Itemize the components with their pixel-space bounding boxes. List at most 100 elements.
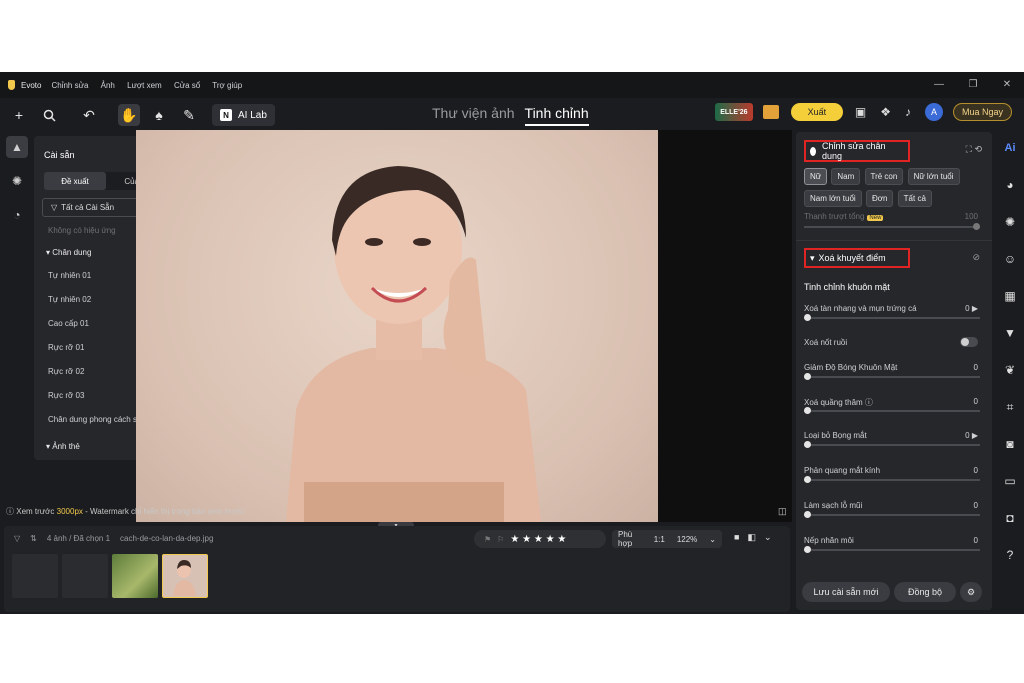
buy-now-button[interactable]: Mua Ngay xyxy=(952,103,1012,121)
slider-freckles[interactable]: Xoá tàn nhang và mụn trứng cá 0 ▶ xyxy=(804,304,984,326)
slider-glasses-glare[interactable]: Phản quang mắt kính 0 xyxy=(804,466,984,488)
preset-item[interactable]: Tự nhiên 02 xyxy=(48,295,91,304)
slider-knob[interactable] xyxy=(804,407,811,414)
edit-icon[interactable]: ⊘ xyxy=(972,252,980,263)
search-icon[interactable] xyxy=(38,104,60,126)
group-portrait[interactable]: ▾ Chân dung xyxy=(46,248,91,257)
slider-knob[interactable] xyxy=(973,223,980,230)
ai-lab-button[interactable]: N AI Lab xyxy=(212,104,275,126)
slider-track[interactable] xyxy=(804,410,980,412)
minimize-button[interactable]: — xyxy=(922,72,956,98)
color-wheel-icon[interactable]: ✺ xyxy=(998,210,1022,234)
bookmark-icon[interactable]: ◘ xyxy=(998,506,1022,530)
menu-image[interactable]: Ảnh xyxy=(101,81,115,90)
slider-knob[interactable] xyxy=(804,314,811,321)
filter-icon[interactable]: ▽ xyxy=(14,534,20,543)
help-icon[interactable]: ? xyxy=(998,543,1022,567)
chip-female[interactable]: Nữ xyxy=(804,168,828,185)
slider-knob[interactable] xyxy=(804,546,811,553)
document-icon[interactable]: ▣ xyxy=(855,105,866,119)
reject-flag-icon[interactable]: ⚐ xyxy=(497,535,504,544)
menu-window[interactable]: Cửa sổ xyxy=(174,81,200,90)
adjust-icon[interactable]: ✺ xyxy=(6,170,28,192)
photo-canvas[interactable] xyxy=(136,130,658,522)
presets-icon[interactable]: ▲ xyxy=(6,136,28,158)
undo-icon[interactable]: ↶ xyxy=(78,104,100,126)
ai-icon[interactable]: Ai xyxy=(998,136,1022,160)
camera-icon[interactable]: ◙ xyxy=(998,432,1022,456)
slider-knob[interactable] xyxy=(804,511,811,518)
gift-icon[interactable] xyxy=(762,105,779,119)
menu-view[interactable]: Lượt xem xyxy=(127,81,162,90)
tab-library[interactable]: Thư viện ảnh xyxy=(432,105,515,126)
history-icon[interactable]: ◔ xyxy=(6,204,28,226)
master-slider[interactable]: Thanh trượt tổng New 100 xyxy=(804,212,984,230)
slider-nostrils[interactable]: Làm sạch lỗ mũi 0 xyxy=(804,501,984,523)
portrait-edit-header[interactable]: Chỉnh sửa chân dung xyxy=(804,140,910,162)
paw-icon[interactable]: ❦ xyxy=(998,358,1022,382)
chip-single[interactable]: Đơn xyxy=(865,190,894,207)
settings-icon[interactable]: ⚙ xyxy=(960,582,982,602)
hand-icon[interactable]: ✋ xyxy=(118,104,140,126)
single-view-icon[interactable]: ■ xyxy=(734,532,739,543)
batch-icon[interactable]: ❖ xyxy=(880,105,891,119)
save-preset-button[interactable]: Lưu cài sẵn mới xyxy=(802,582,890,602)
toggle-icon[interactable] xyxy=(810,146,816,156)
preset-item[interactable]: Tự nhiên 01 xyxy=(48,271,91,280)
thumbnail[interactable] xyxy=(12,554,58,598)
crop-icon[interactable]: ⌗ xyxy=(998,395,1022,419)
toggle-mole-removal[interactable]: Xoá nốt ruồi xyxy=(804,337,984,360)
chevron-down-icon[interactable]: ⌄ xyxy=(764,532,772,543)
flag-icon[interactable]: ⚑ xyxy=(484,535,491,544)
brush-icon[interactable]: ♠ xyxy=(148,104,170,126)
thumbnail[interactable] xyxy=(112,554,158,598)
toggle-switch[interactable] xyxy=(960,337,978,347)
sort-icon[interactable]: ⇅ xyxy=(30,534,37,543)
slider-track[interactable] xyxy=(804,376,980,378)
zoom-level[interactable]: 122% xyxy=(671,535,703,544)
chip-older-male[interactable]: Nam lớn tuổi xyxy=(804,190,862,207)
slider-track[interactable] xyxy=(804,226,980,228)
chip-all[interactable]: Tất cả xyxy=(897,190,932,207)
chip-child[interactable]: Trẻ con xyxy=(864,168,904,185)
slider-track[interactable] xyxy=(804,444,980,446)
preset-item[interactable]: Chân dung phong cách sống xyxy=(48,415,150,424)
slider-knob[interactable] xyxy=(804,373,811,380)
slider-track[interactable] xyxy=(804,549,980,551)
slider-track[interactable] xyxy=(804,317,980,319)
group-id-photo[interactable]: ▾ Ảnh thẻ xyxy=(46,442,80,451)
preset-item[interactable]: Rực rỡ 01 xyxy=(48,343,84,352)
tab-recommended[interactable]: Đề xuất xyxy=(44,172,106,190)
thumbnail[interactable] xyxy=(62,554,108,598)
plus-icon[interactable]: + xyxy=(8,104,30,126)
slider-track[interactable] xyxy=(804,479,980,481)
fit-button[interactable]: Phù hợp xyxy=(612,530,648,548)
preset-item[interactable]: Rực rỡ 03 xyxy=(48,391,84,400)
eraser-icon[interactable]: ✎ xyxy=(178,104,200,126)
sync-button[interactable]: Đồng bộ xyxy=(894,582,956,602)
chip-male[interactable]: Nam xyxy=(831,168,861,185)
compare-view-icon[interactable]: ◧ xyxy=(747,532,756,543)
bell-icon[interactable]: ♪ xyxy=(905,105,911,119)
slider-lip-wrinkles[interactable]: Nếp nhăn môi 0 xyxy=(804,536,984,558)
star-rating[interactable]: ★ ★ ★ ★ ★ xyxy=(510,534,566,545)
maximize-button[interactable]: ❐ xyxy=(956,72,990,98)
blemish-removal-header[interactable]: ▾ Xoá khuyết điểm xyxy=(804,248,910,268)
close-button[interactable]: ✕ xyxy=(990,72,1024,98)
promo-badge[interactable]: ELLE'26 xyxy=(714,103,753,121)
thumbnail-selected[interactable] xyxy=(162,554,208,598)
chip-older-female[interactable]: Nữ lớn tuổi xyxy=(907,168,960,185)
slider-dark-circles[interactable]: Xoá quầng thâm ⓘ 0 xyxy=(804,397,984,419)
one-to-one-button[interactable]: 1:1 xyxy=(648,535,671,544)
preset-item[interactable]: Cao cấp 01 xyxy=(48,319,89,328)
slider-track[interactable] xyxy=(804,514,980,516)
shirt-icon[interactable]: ▼ xyxy=(998,321,1022,345)
menu-help[interactable]: Trợ giúp xyxy=(212,81,242,90)
background-icon[interactable]: ▦ xyxy=(998,284,1022,308)
export-button[interactable]: Xuất xyxy=(790,103,843,121)
compare-icon[interactable]: ◫ xyxy=(778,506,787,517)
menu-edit[interactable]: Chỉnh sửa xyxy=(51,81,88,90)
preset-item[interactable]: Rực rỡ 02 xyxy=(48,367,84,376)
slider-knob[interactable] xyxy=(804,476,811,483)
slider-eye-bags[interactable]: Loại bỏ Bọng mắt 0 ▶ xyxy=(804,431,984,453)
